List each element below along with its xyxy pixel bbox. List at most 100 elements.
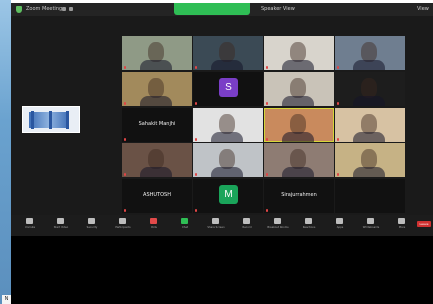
active-sharing-tab[interactable] <box>174 3 250 15</box>
speaker-view-button[interactable]: Speaker View <box>261 5 295 14</box>
self-view-stripe <box>31 111 34 129</box>
control-chat-button[interactable]: Chat <box>174 218 196 234</box>
participant-video-body <box>140 95 172 106</box>
muted-mic-icon <box>266 173 268 177</box>
view-button[interactable]: View <box>417 5 429 14</box>
control-check-button[interactable]: Polls <box>143 218 165 234</box>
window-title: Zoom Meeting <box>26 6 63 12</box>
control-smile-button[interactable]: Reactions <box>298 218 320 234</box>
muted-mic-icon <box>266 209 268 213</box>
control-label: Participants <box>115 226 131 229</box>
info-icon[interactable] <box>62 7 66 11</box>
muted-mic-icon <box>195 66 197 69</box>
security-shield-icon[interactable] <box>16 6 22 13</box>
muted-mic-icon <box>337 173 339 177</box>
participant-avatar: M <box>219 185 238 205</box>
muted-mic-icon <box>124 209 126 213</box>
participant-video <box>361 42 377 62</box>
participant-tile[interactable] <box>335 71 405 106</box>
control-shield-button[interactable]: Security <box>81 218 103 234</box>
participant-video <box>219 42 235 62</box>
whiteboard-icon <box>367 218 374 224</box>
smile-icon <box>305 218 312 224</box>
control-label: Apps <box>336 226 344 229</box>
muted-mic-icon <box>124 66 126 69</box>
participant-tile[interactable]: ASHUTOSH <box>122 179 192 214</box>
participant-video <box>361 149 377 170</box>
participant-tile[interactable]: M <box>193 179 263 214</box>
muted-mic-icon <box>124 137 126 141</box>
participant-tile[interactable] <box>264 71 334 106</box>
participant-tile[interactable] <box>264 143 334 178</box>
share-screen-icon <box>212 218 219 224</box>
control-participants-button[interactable]: Participants <box>112 218 134 234</box>
participant-video-body <box>140 60 172 70</box>
participant-video-body <box>353 95 385 106</box>
participant-video-body <box>211 167 243 178</box>
muted-mic-icon <box>195 209 197 213</box>
participant-video-body <box>282 131 314 142</box>
control-microphone-button[interactable]: Unmute <box>19 218 41 234</box>
participant-tile[interactable] <box>122 143 192 178</box>
participant-video-body <box>353 131 385 142</box>
microphone-icon <box>26 218 33 224</box>
control-camera-button[interactable]: Start Video <box>50 218 72 234</box>
leave-button[interactable]: Leave <box>417 221 431 227</box>
participant-tile[interactable]: Sirajurrahmen <box>264 179 334 214</box>
participant-tile[interactable] <box>193 36 263 70</box>
screenshot-root: Zoom Meeting Speaker View View S Sahakit … <box>0 0 433 304</box>
participant-video-body <box>282 95 314 106</box>
muted-mic-icon <box>195 173 197 177</box>
participant-tile[interactable] <box>193 107 263 142</box>
zoom-meeting-window: Zoom Meeting Speaker View View S Sahakit … <box>11 3 433 304</box>
control-label: Record <box>242 226 252 229</box>
bottom-black-area <box>11 236 433 304</box>
more-icon <box>398 218 405 224</box>
participant-tile[interactable] <box>335 143 405 178</box>
shield-icon <box>88 218 95 224</box>
control-share-screen-button[interactable]: Share Screen <box>205 218 227 234</box>
control-apps-button[interactable]: Apps <box>329 218 351 234</box>
control-record-button[interactable]: Record <box>236 218 258 234</box>
gallery-grid: S Sahakit Manjhi ASHUTOSH M Sirajurrahmen <box>122 36 405 214</box>
participant-video-body <box>282 60 314 70</box>
participant-video <box>361 113 377 134</box>
participant-tile[interactable] <box>122 71 192 106</box>
participant-video <box>361 77 377 98</box>
participant-tile[interactable]: S <box>193 71 263 106</box>
participant-tile[interactable] <box>335 107 405 142</box>
participant-video-body <box>282 167 314 178</box>
control-more-button[interactable]: More <box>391 218 413 234</box>
control-breakout-rooms-button[interactable]: Breakout Rooms <box>267 218 289 234</box>
control-label: Breakout Rooms <box>267 226 289 229</box>
participant-video <box>148 149 164 170</box>
participant-video <box>148 77 164 98</box>
participant-tile[interactable] <box>264 36 334 70</box>
participant-tile[interactable]: Sahakit Manjhi <box>122 107 192 142</box>
participant-tile[interactable] <box>193 143 263 178</box>
control-label: More <box>398 226 406 229</box>
muted-mic-icon <box>337 101 339 105</box>
participant-tile[interactable] <box>264 107 334 142</box>
participant-video <box>290 113 306 134</box>
control-label: Security <box>86 226 98 229</box>
participant-video-body <box>353 60 385 70</box>
participant-video-body <box>211 131 243 142</box>
participant-tile[interactable] <box>122 36 192 70</box>
apps-icon <box>336 218 343 224</box>
control-label: Share Screen <box>207 226 225 229</box>
control-whiteboard-button[interactable]: Whiteboards <box>360 218 382 234</box>
participants-icon <box>119 218 126 224</box>
participant-tile[interactable] <box>335 179 405 214</box>
participant-video-body <box>353 167 385 178</box>
self-view-thumbnail[interactable] <box>22 106 80 133</box>
muted-mic-icon <box>266 137 268 141</box>
meeting-controls-bar: Leave Unmute Start Video Security Participa… <box>11 215 433 236</box>
participant-video-body <box>211 60 243 70</box>
camera-icon <box>57 218 64 224</box>
participant-video <box>219 113 235 134</box>
muted-mic-icon <box>266 66 268 69</box>
control-label: Whiteboards <box>362 226 380 229</box>
participant-tile[interactable] <box>335 36 405 70</box>
participant-video <box>219 149 235 170</box>
